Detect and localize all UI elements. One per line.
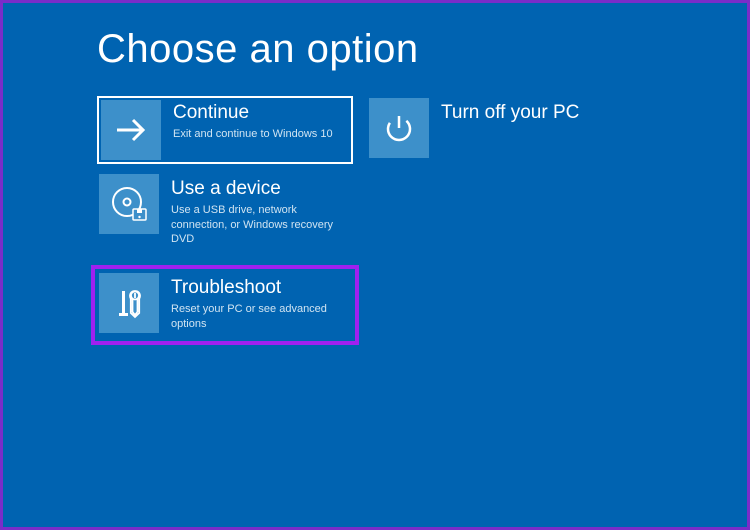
arrow-right-icon — [101, 100, 161, 160]
turnoff-title: Turn off your PC — [441, 102, 613, 125]
page-title: Choose an option — [97, 27, 747, 72]
disc-icon — [99, 174, 159, 234]
troubleshoot-tile[interactable]: Troubleshoot Reset your PC or see advanc… — [97, 271, 353, 339]
continue-title: Continue — [173, 102, 343, 125]
power-icon — [369, 98, 429, 158]
troubleshoot-desc: Reset your PC or see advanced options — [171, 302, 343, 332]
continue-tile[interactable]: Continue Exit and continue to Windows 10 — [97, 96, 353, 164]
usedevice-tile[interactable]: Use a device Use a USB drive, network co… — [97, 172, 353, 253]
continue-desc: Exit and continue to Windows 10 — [173, 127, 343, 142]
troubleshoot-title: Troubleshoot — [171, 277, 343, 300]
usedevice-title: Use a device — [171, 178, 343, 201]
turnoff-tile[interactable]: Turn off your PC — [367, 96, 623, 164]
usedevice-desc: Use a USB drive, network connection, or … — [171, 203, 343, 248]
tools-icon — [99, 273, 159, 333]
